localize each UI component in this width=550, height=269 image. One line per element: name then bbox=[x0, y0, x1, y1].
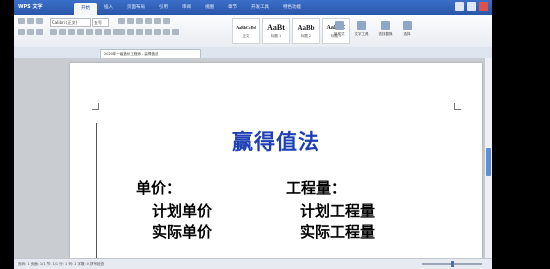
style-normal[interactable]: AaBbCcDd 正文 bbox=[232, 18, 260, 44]
vertical-scrollbar[interactable] bbox=[484, 58, 492, 258]
find-replace-label: 查找替换 bbox=[378, 32, 393, 36]
increase-indent-icon[interactable] bbox=[145, 18, 152, 24]
planned-quantity: 计划工程量 bbox=[300, 202, 376, 220]
tab-references[interactable]: 引用 bbox=[152, 0, 175, 15]
actual-quantity: 实际工程量 bbox=[300, 223, 376, 241]
style-sample: AaBb bbox=[297, 24, 315, 32]
tab-page-layout[interactable]: 页面布局 bbox=[120, 0, 152, 15]
font-name-field[interactable]: Calibri (正文) bbox=[50, 18, 91, 27]
style-heading-1[interactable]: AaBt 标题 1 bbox=[262, 18, 290, 44]
sort-icon[interactable] bbox=[154, 18, 161, 24]
text-tools-button[interactable]: 文字工具 bbox=[355, 21, 369, 37]
new-style-label: 新样式 bbox=[334, 32, 345, 36]
align-center-icon[interactable] bbox=[127, 29, 134, 35]
tab-insert[interactable]: 插入 bbox=[97, 0, 120, 15]
show-marks-icon[interactable] bbox=[163, 18, 170, 24]
strikethrough-icon[interactable] bbox=[77, 29, 84, 35]
style-label: 标题 1 bbox=[270, 34, 282, 38]
font-format-group bbox=[50, 29, 120, 35]
window-controls bbox=[455, 2, 488, 11]
text-tools-icon bbox=[357, 21, 366, 30]
style-sample: AaBbCcDd bbox=[236, 25, 256, 30]
justify-icon[interactable] bbox=[145, 29, 152, 35]
ribbon: Calibri (正文) 五号 AaBbCcDd 正文 AaBt 标题 1 Aa… bbox=[14, 15, 492, 48]
italic-icon[interactable] bbox=[59, 29, 66, 35]
subscript-icon[interactable] bbox=[95, 29, 102, 35]
bold-icon[interactable] bbox=[50, 29, 57, 35]
new-style-button[interactable]: 新样式 bbox=[334, 21, 345, 37]
alignment-group bbox=[118, 29, 179, 35]
align-left-icon[interactable] bbox=[118, 29, 125, 35]
margin-corner-mark bbox=[92, 103, 99, 110]
tab-section[interactable]: 章节 bbox=[221, 0, 244, 15]
tab-developer[interactable]: 开发工具 bbox=[244, 0, 276, 15]
minimize-icon[interactable] bbox=[455, 2, 464, 11]
font-color-icon[interactable] bbox=[104, 29, 111, 35]
find-replace-icon bbox=[381, 21, 390, 30]
quantity-heading: 工程量： bbox=[286, 179, 347, 197]
paste-icon[interactable] bbox=[18, 18, 25, 24]
copy-icon[interactable] bbox=[36, 18, 43, 24]
actual-unit-price: 实际单价 bbox=[152, 223, 213, 241]
style-label: 正文 bbox=[242, 34, 250, 38]
cut-icon[interactable] bbox=[27, 18, 34, 24]
title-bar: WPS 文字 开始 插入 页面布局 引用 审阅 视图 章节 开发工具 特色功能 bbox=[14, 0, 492, 15]
status-text: 页码: 1 页面: 1/1 节: 1/1 行: 1 列: 1 字数: 0 拼写检… bbox=[18, 262, 105, 266]
style-heading-2[interactable]: AaBb 标题 2 bbox=[292, 18, 320, 44]
app-title: WPS 文字 bbox=[18, 4, 43, 10]
select-button[interactable]: 选择 bbox=[402, 21, 412, 37]
align-right-icon[interactable] bbox=[136, 29, 143, 35]
tab-special[interactable]: 特色功能 bbox=[276, 0, 308, 15]
shading-icon[interactable] bbox=[163, 29, 170, 35]
format-painter-icon[interactable] bbox=[18, 29, 25, 35]
document-workspace: 赢得值法 单价： 计划单价 实际单价 工程量： 计划工程量 实际工程量 bbox=[14, 58, 492, 263]
document-title: 赢得值法 bbox=[232, 130, 320, 154]
clipboard-group bbox=[18, 18, 43, 24]
select-icon bbox=[402, 21, 412, 30]
new-style-icon bbox=[334, 21, 344, 30]
paragraph-group bbox=[118, 18, 170, 24]
document-page[interactable]: 赢得值法 单价： 计划单价 实际单价 工程量： 计划工程量 实际工程量 bbox=[70, 63, 482, 263]
tab-review[interactable]: 审阅 bbox=[175, 0, 198, 15]
wps-window: WPS 文字 开始 插入 页面布局 引用 审阅 视图 章节 开发工具 特色功能 bbox=[14, 0, 492, 269]
borders-icon[interactable] bbox=[172, 29, 179, 35]
text-tools-label: 文字工具 bbox=[354, 32, 369, 36]
ribbon-right-tools: 新样式 文字工具 查找替换 选择 bbox=[334, 21, 412, 37]
tab-home[interactable]: 开始 bbox=[74, 3, 97, 15]
maximize-icon[interactable] bbox=[467, 2, 476, 11]
bullets-icon[interactable] bbox=[118, 18, 125, 24]
redo-icon[interactable] bbox=[36, 29, 43, 35]
tab-view[interactable]: 视图 bbox=[198, 0, 221, 15]
margin-corner-mark bbox=[454, 103, 461, 110]
close-icon[interactable] bbox=[479, 2, 488, 11]
status-bar: 页码: 1 页面: 1/1 节: 1/1 行: 1 列: 1 字数: 0 拼写检… bbox=[14, 258, 492, 269]
font-size-field[interactable]: 五号 bbox=[92, 18, 109, 27]
zoom-slider-knob[interactable] bbox=[451, 261, 454, 267]
unit-price-heading: 单价： bbox=[136, 179, 182, 197]
find-replace-button[interactable]: 查找替换 bbox=[379, 21, 393, 37]
select-label: 选择 bbox=[403, 32, 411, 36]
decrease-indent-icon[interactable] bbox=[136, 18, 143, 24]
numbering-icon[interactable] bbox=[127, 18, 134, 24]
underline-icon[interactable] bbox=[68, 29, 75, 35]
superscript-icon[interactable] bbox=[86, 29, 93, 35]
scrollbar-thumb[interactable] bbox=[486, 148, 491, 176]
clipboard-group-2 bbox=[18, 29, 43, 35]
line-spacing-icon[interactable] bbox=[154, 29, 161, 35]
planned-unit-price: 计划单价 bbox=[152, 202, 213, 220]
style-gallery: AaBbCcDd 正文 AaBt 标题 1 AaBb 标题 2 AaBbC 标题… bbox=[232, 18, 350, 44]
undo-icon[interactable] bbox=[27, 29, 34, 35]
style-sample: AaBt bbox=[267, 23, 285, 32]
style-label: 标题 2 bbox=[300, 34, 312, 38]
menu-tabs: 开始 插入 页面布局 引用 审阅 视图 章节 开发工具 特色功能 bbox=[74, 0, 308, 15]
